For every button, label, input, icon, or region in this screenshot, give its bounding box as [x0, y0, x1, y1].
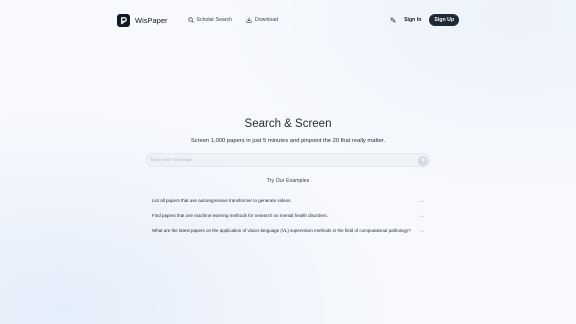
example-text: Find papers that use machine learning me…	[152, 213, 328, 218]
top-nav: WisPaper Scholar Search Download Sign In…	[117, 12, 459, 28]
nav-download[interactable]: Download	[246, 17, 278, 23]
logo[interactable]: WisPaper	[117, 13, 168, 27]
search-icon	[187, 17, 194, 23]
examples-heading: Try Our Examples	[266, 178, 310, 184]
arrow-right-icon: →	[419, 197, 424, 204]
arrow-right-icon: →	[419, 227, 424, 234]
nav-scholar-search[interactable]: Scholar Search	[187, 17, 232, 23]
example-text: List all papers that use autoregressive …	[152, 198, 292, 203]
main-nav: Scholar Search Download	[187, 17, 278, 23]
example-item[interactable]: List all papers that use autoregressive …	[146, 194, 430, 207]
example-item[interactable]: Find papers that use machine learning me…	[146, 209, 430, 222]
arrow-right-icon: →	[419, 212, 424, 219]
page-subtitle: Screen 1,000 papers in just 5 minutes an…	[190, 138, 386, 144]
logo-icon	[117, 13, 130, 27]
example-text: What are the latest papers on the applic…	[152, 228, 411, 233]
download-icon	[246, 17, 252, 23]
message-input[interactable]	[150, 156, 412, 165]
nav-scholar-search-label: Scholar Search	[196, 17, 232, 23]
sign-in-button[interactable]: Sign In	[404, 17, 421, 23]
sign-up-button[interactable]: Sign Up	[429, 14, 459, 26]
examples-list: List all papers that use autoregressive …	[146, 194, 430, 239]
nav-download-label: Download	[254, 17, 279, 23]
search-box	[146, 153, 430, 167]
send-button[interactable]	[418, 155, 428, 166]
auth-area: Sign In Sign Up	[390, 14, 459, 26]
translate-icon[interactable]	[390, 17, 396, 23]
example-item[interactable]: What are the latest papers on the applic…	[146, 224, 430, 237]
logo-text: WisPaper	[135, 15, 168, 25]
arrow-up-icon	[421, 158, 425, 163]
page-title: Search & Screen	[244, 118, 332, 130]
